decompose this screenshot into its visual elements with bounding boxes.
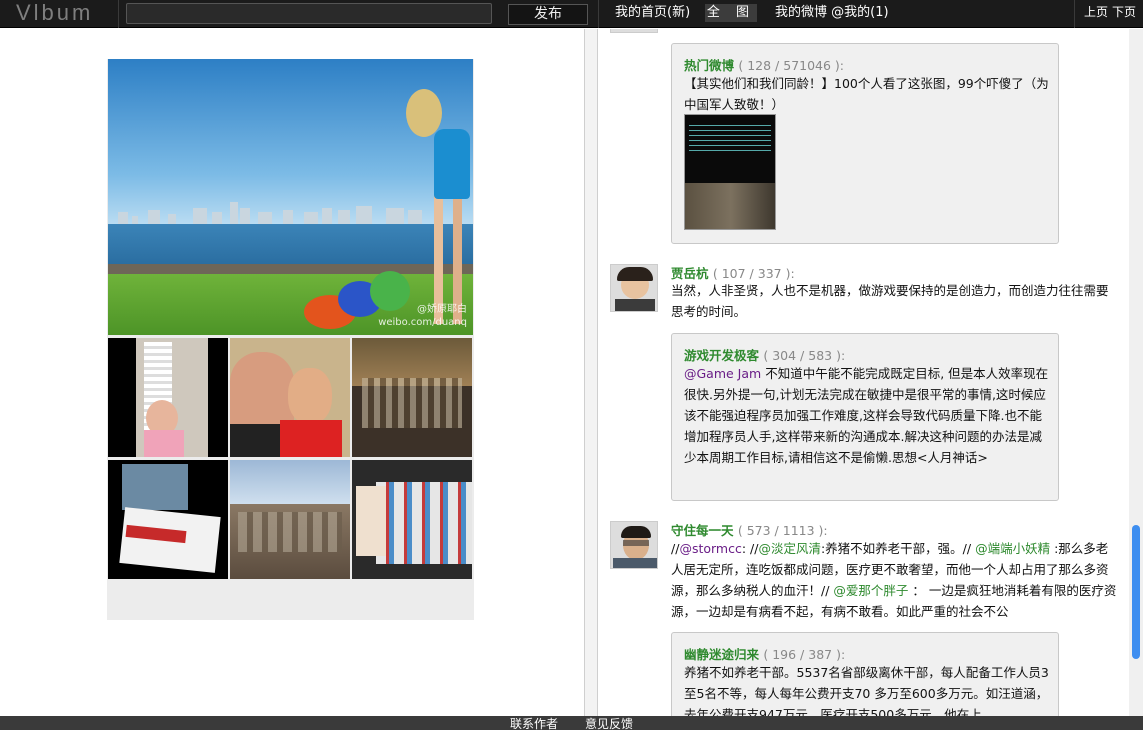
retweet-quote: 热门微博 ( 128 / 571046 ): 【其实他们和我们同龄！】100个人… [671,43,1059,244]
quote-text: 养猪不如养老干部。5537名省部级离休干部，每人配备工作人员3至5名不等，每人每… [684,665,1049,716]
post-input[interactable] [126,3,492,24]
photo-thumbnail[interactable] [108,338,228,457]
next-page-link[interactable]: 下页 [1112,5,1136,19]
scrollbar-thumb[interactable] [1132,525,1140,659]
top-bar: Vlbum 发布 我的首页(新) 全 图 我的微博 @我的(1) 上页 下页 [0,0,1143,28]
mention-link[interactable]: @淡定风清 [758,541,821,556]
post-text: //@stormcc: //@淡定风清:养猪不如养老干部，强。// @端端小妖精… [671,541,1117,619]
mention-link[interactable]: @端端小妖精 [975,541,1050,556]
contact-author-link[interactable]: 联系作者 [510,717,558,731]
retweet-quote: 游戏开发极客 ( 304 / 583 ): @Game Jam 不知道中午能不能… [671,333,1059,501]
avatar[interactable] [610,29,658,33]
panel-splitter[interactable] [584,29,598,716]
quote-image[interactable] [684,114,776,230]
feed-scrollbar[interactable] [1129,29,1143,716]
photo-thumbnail[interactable] [230,460,350,579]
pager: 上页 下页 [1084,0,1140,24]
retweet-quote: 幽静迷途归来 ( 196 / 387 ): 养猪不如养老干部。5537名省部级离… [671,632,1059,716]
feedback-link[interactable]: 意见反馈 [585,717,633,731]
album-panel: @娇原耶白 weibo.com/duanq [0,29,584,716]
bottom-bar: 联系作者 意见反馈 [0,716,1143,731]
main-photo[interactable]: @娇原耶白 weibo.com/duanq [108,59,473,335]
post-author[interactable]: 守住每一天 ( 573 / 1113 ): [671,520,828,539]
post-text: 当然，人非圣贤，人也不是机器，做游戏要保持的是创造力，而创造力往往需要思考的时间… [671,283,1109,319]
divider [598,0,599,28]
feed-panel: 热门微博 ( 128 / 571046 ): 【其实他们和我们同龄！】100个人… [598,29,1143,716]
quote-author[interactable]: 热门微博 ( 128 / 571046 ): [684,55,844,74]
quote-author[interactable]: 幽静迷途归来 ( 196 / 387 ): [684,644,845,663]
avatar[interactable] [610,264,658,312]
mention-link[interactable]: @爱那个胖子 [833,583,908,598]
nav-my-weibo[interactable]: 我的微博 @我的(1) [775,0,889,28]
avatar[interactable] [610,521,658,569]
prev-page-link[interactable]: 上页 [1084,5,1108,19]
quote-text: @Game Jam 不知道中午能不能完成既定目标, 但是本人效率现在很快.另外提… [684,366,1049,465]
photo-watermark: @娇原耶白 weibo.com/duanq [378,304,467,328]
photo-thumbnail[interactable] [108,460,228,579]
photo-thumbnail[interactable] [352,338,472,457]
quote-author[interactable]: 游戏开发极客 ( 304 / 583 ): [684,345,845,364]
post-button[interactable]: 发布 [508,4,588,25]
divider [118,0,119,28]
nav-my-home[interactable]: 我的首页(新) [615,0,690,28]
photo-album: @娇原耶白 weibo.com/duanq [107,59,474,620]
photo-thumbnail[interactable] [230,338,350,457]
mention-link[interactable]: @stormcc [679,541,741,556]
photo-thumbnail[interactable] [352,460,472,579]
nav-all-images[interactable]: 全 图 [705,4,757,22]
app-logo: Vlbum [16,0,94,25]
quote-text: 【其实他们和我们同龄！】100个人看了这张图，99个吓傻了（为中国军人致敬！） [684,76,1049,112]
divider [1074,0,1075,28]
mention-link[interactable]: @Game Jam [684,366,761,381]
